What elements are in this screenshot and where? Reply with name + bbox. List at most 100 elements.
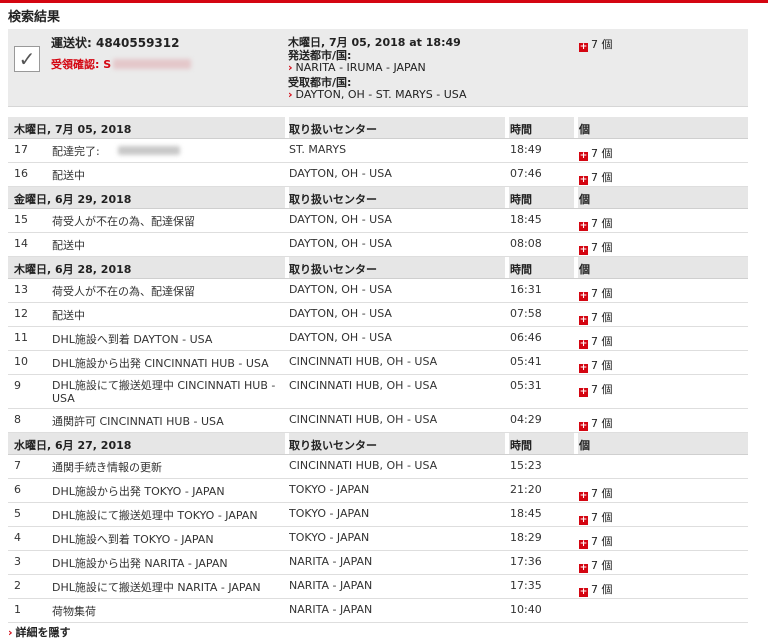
column-divider: [574, 599, 578, 622]
column-divider: [505, 209, 509, 232]
event-number: 9: [14, 379, 21, 392]
column-divider: [505, 139, 509, 162]
pieces-header: 個: [579, 193, 590, 206]
column-divider: [505, 503, 509, 526]
pieces-count: 7 個: [591, 511, 613, 524]
date-header: 水曜日, 6月 27, 2018: [14, 439, 132, 452]
pieces-count: 7 個: [591, 359, 613, 372]
pieces-toggle[interactable]: +7 個: [579, 485, 613, 501]
waybill-number: 運送状: 4840559312: [51, 36, 180, 50]
pieces-toggle[interactable]: +7 個: [579, 333, 613, 349]
event-location: ST. MARYS: [289, 143, 347, 156]
event-time: 07:58: [510, 307, 542, 320]
checkbox-checked-icon[interactable]: ✓: [14, 46, 40, 72]
event-time: 07:46: [510, 167, 542, 180]
event-time: 18:29: [510, 531, 542, 544]
pieces-toggle[interactable]: +7 個: [579, 309, 613, 325]
event-number: 17: [14, 143, 28, 156]
table-row: 14 配送中 DAYTON, OH - USA 08:08 +7 個: [8, 233, 748, 257]
event-description: DHL施設へ到着 DAYTON - USA: [52, 333, 213, 346]
column-divider: [505, 187, 509, 208]
pieces-count: 7 個: [591, 217, 613, 230]
column-divider: [574, 233, 578, 256]
column-divider: [574, 303, 578, 326]
pieces-toggle[interactable]: +7 個: [579, 581, 613, 597]
column-divider: [285, 163, 289, 186]
chevron-right-icon: ›: [288, 61, 293, 74]
pieces-toggle[interactable]: +7 個: [579, 381, 613, 397]
pieces-toggle[interactable]: +7 個: [579, 36, 613, 52]
pieces-toggle[interactable]: +7 個: [579, 285, 613, 301]
pieces-count: 7 個: [591, 147, 613, 160]
column-divider: [285, 551, 289, 574]
pieces-toggle[interactable]: +7 個: [579, 533, 613, 549]
pieces-header: 個: [579, 263, 590, 276]
event-time: 18:45: [510, 213, 542, 226]
pieces-toggle[interactable]: +7 個: [579, 557, 613, 573]
time-header: 時間: [510, 193, 532, 206]
column-divider: [285, 409, 289, 432]
pieces-count: 7 個: [591, 559, 613, 572]
table-row: 3 DHL施設から出発 NARITA - JAPAN NARITA - JAPAN 1…: [8, 551, 748, 575]
date-header-row: 木曜日, 7月 05, 2018 取り扱いセンター 時間 個: [8, 117, 748, 139]
center-header: 取り扱いセンター: [289, 123, 377, 136]
expand-plus-icon: +: [579, 563, 588, 573]
hide-details-link[interactable]: › 詳細を隠す: [8, 624, 71, 640]
table-row: 15 荷受人が不在の為、配達保留 DAYTON, OH - USA 18:45 +7 個: [8, 209, 748, 233]
event-number: 5: [14, 507, 21, 520]
event-time: 16:31: [510, 283, 542, 296]
event-number: 1: [14, 603, 21, 616]
pieces-toggle[interactable]: +7 個: [579, 239, 613, 255]
chevron-right-icon: ›: [8, 626, 13, 639]
center-header: 取り扱いセンター: [289, 439, 377, 452]
page-title: 検索結果: [8, 10, 61, 25]
column-divider: [285, 351, 289, 374]
center-header: 取り扱いセンター: [289, 193, 377, 206]
pieces-count: 7 個: [591, 383, 613, 396]
pieces-toggle[interactable]: +7 個: [579, 169, 613, 185]
expand-plus-icon: +: [579, 421, 588, 431]
event-time: 10:40: [510, 603, 542, 616]
event-description: 通関手続き情報の更新: [52, 461, 162, 474]
pieces-toggle[interactable]: +7 個: [579, 357, 613, 373]
pieces-toggle[interactable]: +7 個: [579, 145, 613, 161]
event-time: 05:41: [510, 355, 542, 368]
expand-plus-icon: +: [579, 339, 588, 349]
column-divider: [505, 575, 509, 598]
origin-location: › NARITA - IRUMA - JAPAN: [288, 61, 426, 74]
column-divider: [574, 163, 578, 186]
date-header: 金曜日, 6月 29, 2018: [14, 193, 132, 206]
pieces-toggle[interactable]: +7 個: [579, 509, 613, 525]
date-header-row: 木曜日, 6月 28, 2018 取り扱いセンター 時間 個: [8, 257, 748, 279]
event-location: TOKYO - JAPAN: [289, 507, 370, 520]
column-divider: [505, 257, 509, 278]
column-divider: [285, 279, 289, 302]
top-accent-bar: [0, 0, 768, 3]
table-row: 7 通関手続き情報の更新 CINCINNATI HUB, OH - USA 15:23: [8, 455, 748, 479]
column-divider: [285, 187, 289, 208]
pieces-toggle[interactable]: +7 個: [579, 215, 613, 231]
event-time: 06:46: [510, 331, 542, 344]
column-divider: [505, 351, 509, 374]
event-description: DHL施設から出発 TOKYO - JAPAN: [52, 485, 225, 498]
column-divider: [505, 117, 509, 138]
column-divider: [285, 455, 289, 478]
column-divider: [574, 351, 578, 374]
expand-plus-icon: +: [579, 42, 588, 52]
column-divider: [285, 209, 289, 232]
column-divider: [505, 327, 509, 350]
column-divider: [574, 327, 578, 350]
pieces-count: 7 個: [591, 583, 613, 596]
table-row: 16 配送中 DAYTON, OH - USA 07:46 +7 個: [8, 163, 748, 187]
pieces-toggle[interactable]: +7 個: [579, 415, 613, 431]
event-location: DAYTON, OH - USA: [289, 237, 392, 250]
column-divider: [285, 599, 289, 622]
column-divider: [285, 117, 289, 138]
column-divider: [574, 117, 578, 138]
event-description: DHL施設から出発 NARITA - JAPAN: [52, 557, 228, 570]
column-divider: [574, 551, 578, 574]
event-location: CINCINNATI HUB, OH - USA: [289, 355, 438, 368]
column-divider: [505, 409, 509, 432]
event-location: DAYTON, OH - USA: [289, 307, 392, 320]
column-divider: [574, 455, 578, 478]
